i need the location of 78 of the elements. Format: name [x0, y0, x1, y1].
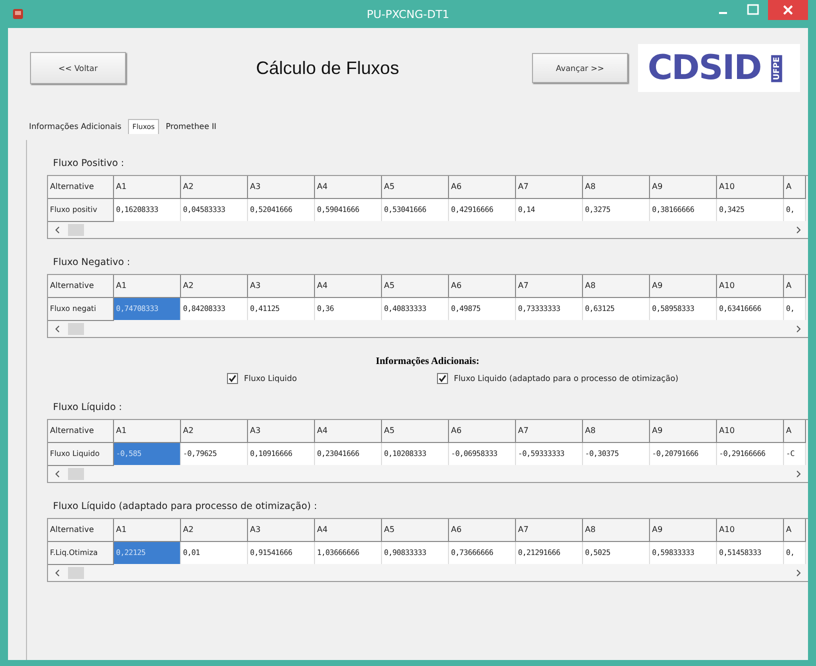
column-header: A7	[516, 420, 583, 443]
back-button[interactable]: << Voltar	[30, 52, 126, 84]
column-header: A8	[583, 519, 650, 542]
column-header: A1	[114, 176, 181, 199]
column-header: A3	[248, 176, 315, 199]
column-header: A5	[382, 420, 449, 443]
page-title: Cálculo de Fluxos	[256, 58, 400, 78]
column-header: A10	[717, 420, 784, 443]
scrollbar-thumb[interactable]	[68, 567, 84, 579]
column-header: A3	[248, 519, 315, 542]
column-header: A4	[315, 420, 382, 443]
checkbox[interactable]: Fluxo Liquido (adaptado para o processo de otimização)	[436, 373, 678, 384]
section-heading: Fluxo Líquido (adaptado para processo de otimização) :	[53, 501, 318, 512]
tab[interactable]: Informações Adicionais	[26, 119, 124, 134]
column-header: Alternative	[48, 420, 114, 443]
scrollbar-thumb[interactable]	[68, 468, 84, 480]
column-header: A1	[114, 420, 181, 443]
window-title: PU-PXCNG-DT1	[366, 8, 450, 20]
column-header: A9	[650, 519, 717, 542]
column-header: A8	[583, 176, 650, 199]
column-header: A5	[382, 176, 449, 199]
logo: CDSID UFPE	[638, 44, 800, 92]
section-heading: Fluxo Positivo :	[53, 158, 126, 169]
column-header: A3	[248, 420, 315, 443]
column-header: A6	[449, 420, 516, 443]
scroll-right-icon[interactable]	[794, 569, 802, 577]
column-header: A7	[516, 275, 583, 298]
column-header: A	[784, 275, 806, 298]
column-header: Alternative	[48, 275, 114, 298]
section-heading: Fluxo Líquido :	[53, 402, 123, 413]
column-header: Alternative	[48, 176, 114, 199]
scroll-left-icon[interactable]	[54, 226, 62, 234]
column-header: A2	[181, 176, 248, 199]
column-header: A5	[382, 275, 449, 298]
column-header: A4	[315, 275, 382, 298]
column-header: A8	[583, 420, 650, 443]
checkbox-box[interactable]	[227, 373, 238, 384]
scroll-left-icon[interactable]	[54, 470, 62, 478]
column-header: A1	[114, 519, 181, 542]
column-header: A5	[382, 519, 449, 542]
column-header: A2	[181, 275, 248, 298]
column-header: A3	[248, 275, 315, 298]
scroll-left-icon[interactable]	[54, 325, 62, 333]
scroll-left-icon[interactable]	[54, 569, 62, 577]
column-header: A1	[114, 275, 181, 298]
column-header: A10	[717, 275, 784, 298]
column-header: Alternative	[48, 519, 114, 542]
column-header: A7	[516, 176, 583, 199]
column-header: A7	[516, 519, 583, 542]
scrollbar-thumb[interactable]	[68, 323, 84, 335]
column-header: A9	[650, 420, 717, 443]
column-header: A9	[650, 275, 717, 298]
column-header: A9	[650, 176, 717, 199]
scroll-right-icon[interactable]	[794, 226, 802, 234]
checkbox[interactable]: Fluxo Liquido	[227, 373, 297, 384]
column-header: A	[784, 519, 806, 542]
app-icon	[12, 8, 24, 20]
column-header: A4	[315, 176, 382, 199]
column-header: A	[784, 420, 806, 443]
column-header: A2	[181, 420, 248, 443]
column-header: A10	[717, 519, 784, 542]
tab[interactable]: Promethee II	[162, 119, 220, 134]
column-header: A	[784, 176, 806, 199]
column-header: A6	[449, 275, 516, 298]
section-heading: Fluxo Negativo :	[53, 257, 132, 268]
column-header: A8	[583, 275, 650, 298]
column-header: A4	[315, 519, 382, 542]
column-header: A2	[181, 519, 248, 542]
scroll-right-icon[interactable]	[794, 325, 802, 333]
next-button[interactable]: Avançar >>	[532, 53, 628, 83]
options-heading: Informações Adicionais:	[376, 356, 480, 367]
scroll-right-icon[interactable]	[794, 470, 802, 478]
column-header: A6	[449, 176, 516, 199]
checkbox-box[interactable]	[436, 373, 448, 384]
close-icon[interactable]	[768, 0, 808, 20]
column-header: A10	[717, 176, 784, 199]
column-header: A6	[449, 519, 516, 542]
scrollbar-thumb[interactable]	[68, 224, 84, 236]
